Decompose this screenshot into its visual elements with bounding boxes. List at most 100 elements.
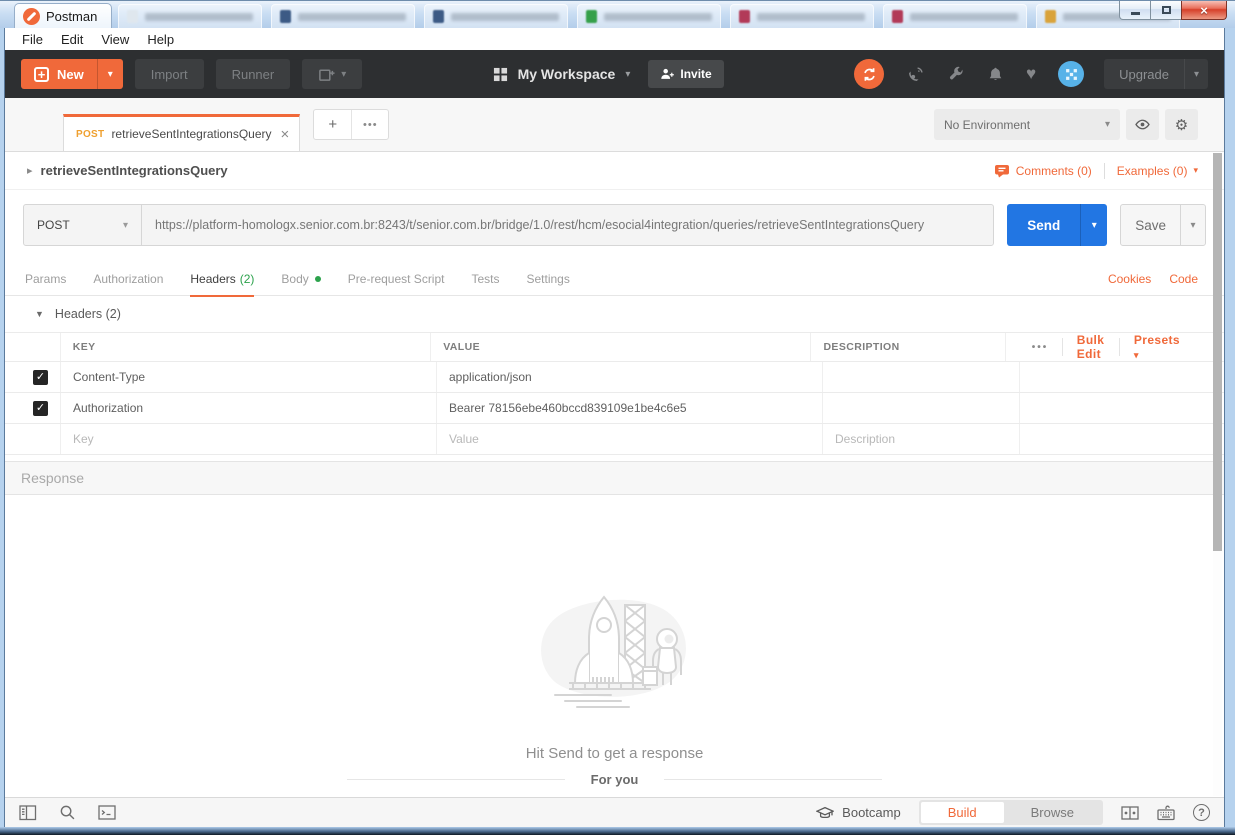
postman-logo-icon bbox=[23, 7, 40, 25]
bootcamp-button[interactable]: Bootcamp bbox=[816, 805, 901, 820]
tab-authorization[interactable]: Authorization bbox=[93, 262, 163, 296]
menu-view[interactable]: View bbox=[92, 30, 138, 49]
method-selector[interactable]: POST ▾ bbox=[24, 205, 142, 245]
save-dropdown-button[interactable]: ▾ bbox=[1180, 205, 1205, 245]
workspace-selector[interactable]: My Workspace ▾ bbox=[493, 66, 630, 82]
key-placeholder[interactable]: Key bbox=[73, 432, 94, 446]
header-key[interactable]: Content-Type bbox=[73, 370, 145, 384]
response-section-bar[interactable]: Response bbox=[5, 461, 1224, 495]
menu-file[interactable]: File bbox=[13, 30, 52, 49]
examples-dropdown[interactable]: Examples (0) ▾ bbox=[1117, 164, 1198, 178]
body-set-dot bbox=[314, 275, 321, 282]
ghost-tab[interactable] bbox=[577, 4, 722, 28]
minimize-button[interactable] bbox=[1119, 1, 1151, 20]
header-key[interactable]: Authorization bbox=[73, 401, 143, 415]
tab-body[interactable]: Body bbox=[281, 262, 321, 296]
send-button[interactable]: Send bbox=[1007, 204, 1080, 246]
avatar[interactable] bbox=[1058, 61, 1085, 87]
close-button[interactable]: × bbox=[1181, 1, 1227, 20]
import-button[interactable]: Import bbox=[134, 59, 204, 89]
environment-selector[interactable]: No Environment ▾ bbox=[934, 109, 1120, 140]
new-dropdown-button[interactable]: ▾ bbox=[96, 59, 123, 89]
chevron-down-icon: ▾ bbox=[341, 68, 347, 80]
url-input[interactable] bbox=[142, 205, 994, 245]
workspace-name: My Workspace bbox=[517, 66, 616, 82]
ghost-tab[interactable] bbox=[883, 4, 1028, 28]
new-tab-button[interactable]: + bbox=[314, 110, 351, 139]
menu-help[interactable]: Help bbox=[138, 30, 183, 49]
url-row: POST ▾ Send ▾ Save ▾ bbox=[5, 190, 1224, 262]
toggle-sidebar-button[interactable] bbox=[19, 804, 37, 821]
headers-section-toggle[interactable]: ▼ Headers (2) bbox=[5, 296, 1224, 332]
postman-window: Postman × File Edit View Help + New ▾ Im… bbox=[0, 0, 1235, 835]
tab-retrieveSentIntegrationsQuery[interactable]: POST retrieveSentIntegrationsQuery × bbox=[63, 114, 301, 151]
vertical-scrollbar[interactable] bbox=[1213, 153, 1222, 796]
request-name[interactable]: retrieveSentIntegrationsQuery bbox=[41, 163, 228, 178]
capture-requests-button[interactable] bbox=[906, 65, 925, 84]
upgrade-button[interactable]: Upgrade bbox=[1104, 59, 1184, 89]
tab-headers[interactable]: Headers (2) bbox=[190, 262, 255, 297]
column-value: VALUE bbox=[431, 333, 812, 361]
code-link[interactable]: Code bbox=[1169, 272, 1198, 286]
send-dropdown-button[interactable]: ▾ bbox=[1080, 204, 1107, 246]
gear-icon: ⚙ bbox=[1174, 116, 1189, 134]
headers-table-header: KEY VALUE DESCRIPTION ••• Bulk Edit Pres… bbox=[5, 332, 1224, 362]
tab-settings[interactable]: Settings bbox=[527, 262, 570, 296]
status-bar: Bootcamp Build Browse ? bbox=[5, 797, 1224, 827]
header-value[interactable]: application/json bbox=[449, 370, 532, 384]
tab-options-button[interactable]: ••• bbox=[351, 110, 388, 139]
checkbox-checked[interactable]: ✓ bbox=[33, 369, 48, 385]
maximize-button[interactable] bbox=[1150, 1, 1182, 20]
ghost-tab[interactable] bbox=[730, 4, 875, 28]
value-placeholder[interactable]: Value bbox=[449, 432, 479, 446]
ghost-tab[interactable] bbox=[424, 4, 569, 28]
comments-link[interactable]: Comments (0) bbox=[994, 163, 1092, 179]
response-empty-state: Hit Send to get a response For you bbox=[5, 495, 1224, 797]
environment-quick-look-button[interactable] bbox=[1126, 109, 1159, 140]
help-button[interactable]: ? bbox=[1193, 804, 1210, 821]
ghost-tab-icon bbox=[127, 10, 139, 23]
runner-button[interactable]: Runner bbox=[215, 59, 291, 89]
console-button[interactable] bbox=[98, 805, 116, 820]
satellite-icon bbox=[909, 66, 923, 81]
ghost-tab[interactable] bbox=[271, 4, 416, 28]
notifications-button[interactable] bbox=[987, 66, 1004, 83]
interceptor-button[interactable] bbox=[947, 65, 965, 83]
header-row-authorization: ✓ Authorization Bearer 78156ebe460bccd83… bbox=[5, 393, 1224, 424]
description-placeholder[interactable]: Description bbox=[835, 432, 895, 446]
header-description[interactable] bbox=[823, 393, 1020, 423]
chevron-down-icon: ▾ bbox=[1193, 68, 1200, 80]
sync-status-button[interactable] bbox=[854, 59, 885, 89]
bulk-edit-link[interactable]: Bulk Edit bbox=[1063, 333, 1120, 361]
new-window-button[interactable]: ▾ bbox=[302, 59, 363, 89]
cookies-link[interactable]: Cookies bbox=[1108, 272, 1151, 286]
menu-edit[interactable]: Edit bbox=[52, 30, 92, 49]
save-button[interactable]: Save bbox=[1121, 205, 1180, 245]
browse-tab[interactable]: Browse bbox=[1004, 802, 1101, 823]
postman-title-tab[interactable]: Postman bbox=[14, 3, 113, 28]
ghost-tab[interactable] bbox=[118, 4, 263, 28]
scrollbar-thumb[interactable] bbox=[1213, 153, 1222, 551]
tab-params[interactable]: Params bbox=[25, 262, 66, 296]
title-bar: Postman × bbox=[0, 0, 1235, 28]
tab-tests[interactable]: Tests bbox=[471, 262, 499, 296]
header-value[interactable]: Bearer 78156ebe460bccd839109e1be4c6e5 bbox=[449, 401, 687, 415]
invite-button[interactable]: Invite bbox=[648, 60, 724, 88]
settings-button[interactable]: ⚙ bbox=[1165, 109, 1198, 140]
build-tab[interactable]: Build bbox=[920, 802, 1004, 823]
caret-right-icon[interactable]: ▸ bbox=[27, 164, 33, 177]
tab-pre-request-script[interactable]: Pre-request Script bbox=[348, 262, 445, 296]
headers-section-title: Headers (2) bbox=[54, 307, 121, 321]
more-options-icon[interactable]: ••• bbox=[1018, 342, 1063, 353]
favorites-button[interactable]: ♥ bbox=[1026, 64, 1036, 84]
close-icon: × bbox=[1200, 2, 1208, 18]
two-pane-view-button[interactable] bbox=[1121, 805, 1139, 820]
presets-dropdown[interactable]: Presets ▾ bbox=[1120, 333, 1194, 361]
upgrade-dropdown-button[interactable]: ▾ bbox=[1184, 59, 1208, 89]
search-button[interactable] bbox=[59, 804, 76, 821]
checkbox-checked[interactable]: ✓ bbox=[33, 400, 48, 416]
shortcuts-button[interactable] bbox=[1157, 805, 1175, 821]
new-button[interactable]: + New bbox=[21, 59, 97, 89]
header-description[interactable] bbox=[823, 362, 1020, 392]
tab-close-icon[interactable]: × bbox=[281, 126, 290, 143]
